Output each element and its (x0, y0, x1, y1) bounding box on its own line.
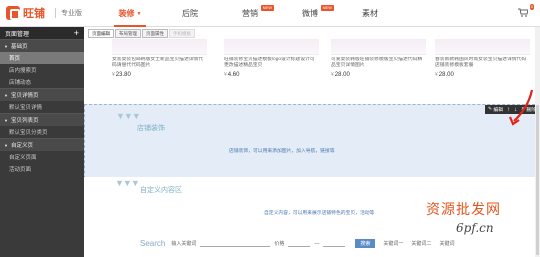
chevron-down-icon: ▼ (136, 10, 142, 17)
search-word: Search (140, 239, 166, 248)
product-image[interactable] (112, 39, 207, 55)
nav-label: 素材 (362, 9, 378, 18)
triangle-down-icon: ▼ (4, 92, 8, 98)
nav-item-backyard[interactable]: 后院 (160, 0, 220, 27)
logo[interactable]: 旺铺 (6, 5, 45, 21)
module-title: 自定义内容区 (140, 187, 182, 194)
product-desc[interactable]: 春装新款韩国风时尚女装宝贝描述详情代码店铺装修模板套餐 (435, 57, 530, 69)
currency-symbol: ¥ (435, 72, 438, 78)
price-max-input[interactable] (323, 241, 346, 247)
product-price: ¥28.00 (331, 72, 426, 78)
nav-label: 后院 (182, 9, 198, 18)
sidebar-item-home[interactable]: 首页 (0, 52, 84, 64)
nav-label: 营销 (242, 9, 258, 18)
top-nav: 装修 ▼ 后院 营销 NEW 微博 NEW 素材 (100, 0, 400, 27)
group-label: 宝贝列表页 (10, 118, 39, 124)
price-label: 价格 (274, 241, 285, 247)
currency-symbol: ¥ (224, 72, 227, 78)
product-image[interactable] (331, 39, 426, 55)
sidebar-group-item-detail[interactable]: ▼ 宝贝详情页 (0, 88, 84, 101)
currency-symbol: ¥ (112, 72, 115, 78)
shop-search-bar: Search 输入关键词 价格 — 搜索 关键词一 关键词二 关键词 (140, 239, 454, 248)
watermark-url: 6pf.cn (456, 221, 494, 235)
triangle-down-icon: ▼ (4, 43, 8, 49)
product-price: ¥28.00 (435, 72, 530, 78)
tab-layout[interactable]: 布局管理 (115, 29, 141, 38)
nav-item-decorate[interactable]: 装修 ▼ (100, 0, 160, 27)
price-min-input[interactable] (288, 241, 311, 247)
red-arrow-icon (508, 89, 534, 126)
cart-count-badge: 0 (529, 4, 534, 10)
nav-item-marketing[interactable]: 营销 NEW (220, 0, 280, 27)
product-price: ¥4.60 (224, 72, 319, 78)
triangle-down-icon: ▼ (4, 117, 8, 123)
search-button[interactable]: 搜索 (355, 239, 376, 248)
group-label: 自定义页 (10, 143, 33, 149)
module-hint[interactable]: 自定义内容，可以用来展示店铺特色的宝贝，活动等 (264, 209, 374, 216)
product-image[interactable] (435, 39, 530, 55)
vertical-scrollbar[interactable] (535, 27, 540, 257)
sidebar-header: 页面管理 + (0, 27, 84, 39)
sidebar-item-default-detail[interactable]: 默认宝贝详情 (0, 101, 84, 113)
tab-page-props[interactable]: 页面属性 (142, 29, 168, 38)
new-badge: NEW (320, 5, 334, 11)
tab-mobile[interactable]: 手机模板 (169, 29, 195, 38)
edit-tabs: 页面编辑 布局管理 页面属性 手机模板 (88, 29, 196, 38)
product-list: 女装夏装包邮韩版女士新品宝贝描述详情代码请替代代码图片 ¥23.80 旺铺装修宝… (112, 39, 540, 94)
add-page-icon[interactable]: + (74, 28, 79, 38)
nav-label: 装修 (118, 9, 135, 18)
product-desc[interactable]: 旺铺装修宝贝描述模板logo设计标题设计可更改描述精品宝贝 (224, 57, 319, 69)
product-image[interactable] (224, 39, 319, 55)
tab-page-edit[interactable]: 页面编辑 (88, 29, 114, 38)
product-price: ¥23.80 (112, 72, 207, 78)
logo-icon (6, 6, 20, 20)
keyword-label: 输入关键词 (171, 241, 197, 247)
triangle-down-icon: ▼ (4, 142, 8, 148)
group-label: 宝贝详情页 (10, 93, 39, 99)
keyword-link[interactable]: 关键词 (439, 240, 454, 247)
price-value: 4.60 (227, 72, 240, 78)
sidebar-item-shop-news[interactable]: 店铺动态 (0, 76, 84, 88)
nav-item-weibo[interactable]: 微博 NEW (280, 0, 340, 27)
sidebar-group-item-list[interactable]: ▼ 宝贝列表页 (0, 113, 84, 126)
edit-module-button[interactable]: ✎ 编辑 (488, 106, 503, 113)
module-hint[interactable]: 店铺装饰，可以用来添加图片，加入导航，链接等 (229, 147, 335, 154)
currency-symbol: ¥ (331, 72, 334, 78)
nav-item-materials[interactable]: 素材 (340, 0, 400, 27)
sidebar-item-custom-page[interactable]: 自定义页面 (0, 151, 84, 163)
nav-label: 微博 (302, 9, 318, 18)
price-value: 28.00 (334, 72, 350, 78)
sidebar-item-activity-page[interactable]: 活动页面 (0, 163, 84, 175)
watermark-text: 资源批发网 (426, 202, 501, 218)
keyword-link[interactable]: 关键词二 (411, 240, 431, 247)
top-bar: 旺铺 专业版 装修 ▼ 后院 营销 NEW 微博 NEW 素材 0 (0, 0, 540, 27)
price-value: 23.80 (115, 72, 131, 78)
sidebar-title: 页面管理 (5, 31, 30, 38)
module-title: 店铺装饰 (137, 125, 165, 132)
sidebar-item-default-category[interactable]: 默认宝贝分类页 (0, 126, 84, 138)
keyword-input[interactable] (200, 241, 271, 247)
sidebar-group-custom[interactable]: ▼ 自定义页 (0, 138, 84, 151)
price-dash: — (314, 240, 320, 247)
sidebar: 页面管理 + ▼ 基础页 首页 店内搜索页 店铺动态 ▼ 宝贝详情页 默认宝贝详情 … (0, 27, 84, 257)
edition-label: 专业版 (55, 8, 82, 18)
cart-icon[interactable] (518, 8, 528, 17)
product-card[interactable]: 旺铺装修宝贝描述模板logo设计标题设计可更改描述精品宝贝 ¥4.60 (224, 39, 319, 94)
product-card[interactable]: 可爱夏装韩版旺铺装修模版宝贝描述代码精品宝贝详情图片 ¥28.00 (331, 39, 426, 94)
scrollbar-thumb[interactable] (536, 105, 539, 255)
product-desc[interactable]: 女装夏装包邮韩版女士新品宝贝描述详情代码请替代代码图片 (112, 57, 207, 69)
product-card[interactable]: 女装夏装包邮韩版女士新品宝贝描述详情代码请替代代码图片 ¥23.80 (112, 39, 207, 94)
logo-text: 旺铺 (23, 8, 45, 20)
sidebar-item-search-page[interactable]: 店内搜索页 (0, 64, 84, 76)
price-value: 28.00 (438, 72, 454, 78)
new-badge: NEW (260, 5, 274, 11)
group-label: 基础页 (10, 44, 28, 50)
product-card[interactable]: 春装新款韩国风时尚女装宝贝描述详情代码店铺装修模板套餐 ¥28.00 (435, 39, 530, 94)
pencil-icon: ✎ (488, 107, 493, 112)
product-desc[interactable]: 可爱夏装韩版旺铺装修模版宝贝描述代码精品宝贝详情图片 (331, 57, 426, 69)
sidebar-group-basic[interactable]: ▼ 基础页 (0, 39, 84, 52)
keyword-link[interactable]: 关键词一 (383, 240, 403, 247)
ribbon-icon: ▼▼▼ (115, 178, 140, 188)
ribbon-icon: ▼▼▼ (116, 111, 141, 121)
